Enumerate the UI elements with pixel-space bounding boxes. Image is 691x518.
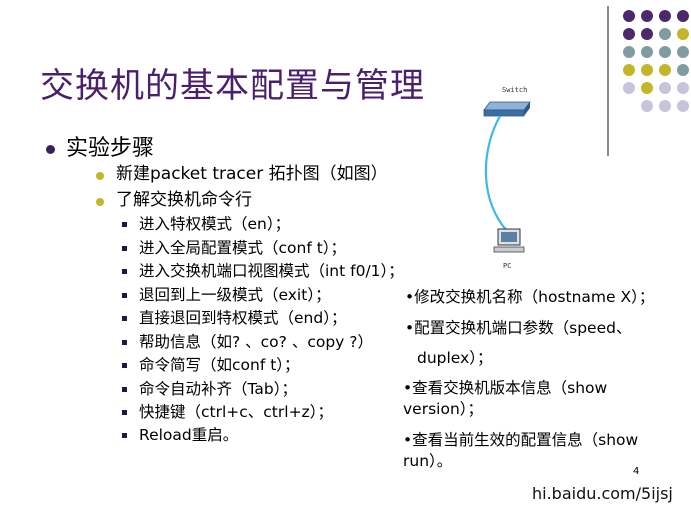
bullet-marker — [122, 410, 127, 415]
vertical-divider — [607, 6, 609, 156]
section-heading: 实验步骤 — [66, 136, 155, 161]
right-item: run）。 — [403, 452, 453, 470]
item-new-topology: 新建packet tracer 拓扑图（如图） — [116, 164, 388, 184]
bullet-marker — [122, 363, 127, 368]
bullet-marker — [122, 340, 127, 345]
pc-label: PC — [503, 262, 512, 270]
bullet-marker — [122, 246, 127, 251]
watermark: hi.baidu.com/5ijsj — [532, 484, 673, 503]
bullet-marker — [96, 172, 104, 180]
bullet-marker — [122, 293, 127, 298]
pc-icon — [493, 228, 525, 253]
step-item: 帮助信息（如? 、co? 、copy ?） — [139, 333, 373, 351]
right-item: version）； — [403, 400, 484, 418]
bullet-marker — [122, 433, 127, 438]
page-number: 4 — [633, 466, 640, 477]
bullet-marker — [122, 269, 127, 274]
step-item: 直接退回到特权模式（end）； — [139, 309, 347, 327]
step-item: 命令简写（如conf t）； — [139, 356, 300, 374]
decorative-dot-grid — [615, 10, 690, 112]
topology-diagram — [483, 101, 531, 253]
bullet-marker — [96, 198, 104, 206]
slide-title: 交换机的基本配置与管理 — [40, 66, 425, 106]
bullet-marker — [46, 145, 55, 154]
right-item: •配置交换机端口参数（speed、 — [405, 319, 632, 337]
bullet-marker — [122, 316, 127, 321]
step-item: 进入交换机端口视图模式（int f0/1）； — [139, 262, 404, 280]
right-item: duplex）； — [417, 349, 493, 367]
right-item: •查看当前生效的配置信息（show — [403, 431, 639, 449]
step-item: 进入特权模式（en）； — [139, 215, 291, 233]
step-item: 进入全局配置模式（conf t）； — [139, 239, 347, 257]
bullet-marker — [122, 222, 127, 227]
bullet-marker — [122, 387, 127, 392]
switch-icon — [483, 101, 531, 117]
right-item: •查看交换机版本信息（show — [403, 379, 608, 397]
step-item: 退回到上一级模式（exit）； — [139, 286, 331, 304]
slide: 交换机的基本配置与管理 实验步骤 新建packet tracer 拓扑图（如图）… — [0, 0, 691, 518]
step-item: Reload重启。 — [139, 426, 239, 444]
network-cable — [484, 115, 509, 233]
step-item: 命令自动补齐（Tab）； — [139, 380, 297, 398]
item-cli-intro: 了解交换机命令行 — [116, 190, 252, 210]
step-item: 快捷键（ctrl+c、ctrl+z）； — [139, 403, 333, 421]
right-item: •修改交换机名称（hostname X）； — [405, 288, 655, 306]
